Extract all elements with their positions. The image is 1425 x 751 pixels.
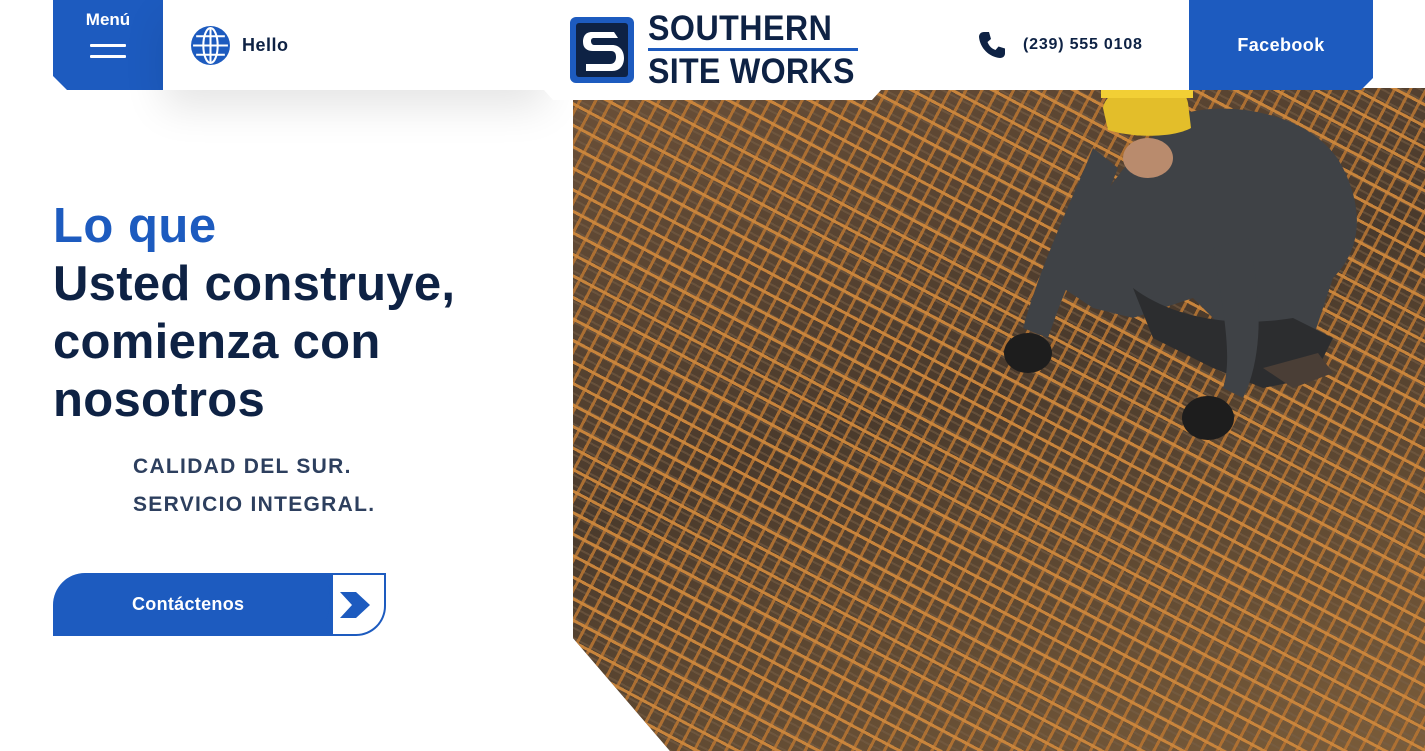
phone-icon (979, 32, 1005, 58)
logo-line-1: SOUTHERN (648, 9, 833, 48)
headline-main: Usted construye, comienza con nosotros (53, 257, 456, 427)
facebook-button[interactable]: Facebook (1189, 0, 1373, 90)
construction-worker-figure (1004, 88, 1357, 440)
logo-line-2: SITE WORKS (648, 52, 855, 91)
phone-number[interactable]: (239) 555 0108 (1023, 36, 1143, 54)
site-logo[interactable]: SOUTHERN SITE WORKS (544, 0, 881, 100)
hero-tagline: CALIDAD DEL SUR. SERVICIO INTEGRAL. (133, 448, 375, 524)
contact-cta-button[interactable]: Contáctenos (53, 573, 386, 636)
logo-divider (648, 48, 858, 51)
hero-headline: Lo que Usted construye, comienza con nos… (53, 197, 533, 429)
greeting-text: Hello (242, 34, 289, 55)
hero-image-rebar-worker (573, 88, 1425, 751)
language-selector[interactable]: Hello (163, 0, 546, 90)
hamburger-icon (90, 44, 126, 66)
cta-curve-shape (303, 573, 331, 636)
menu-button[interactable]: Menú (53, 0, 163, 90)
cta-label: Contáctenos (53, 573, 333, 636)
tagline-line-2: SERVICIO INTEGRAL. (133, 493, 376, 516)
menu-label: Menú (85, 10, 131, 29)
phone-contact[interactable]: (239) 555 0108 (881, 0, 1189, 90)
logo-mark-icon (570, 17, 634, 83)
headline-accent: Lo que (53, 199, 217, 253)
globe-icon (191, 25, 230, 65)
tagline-line-1: CALIDAD DEL SUR. (133, 455, 352, 478)
